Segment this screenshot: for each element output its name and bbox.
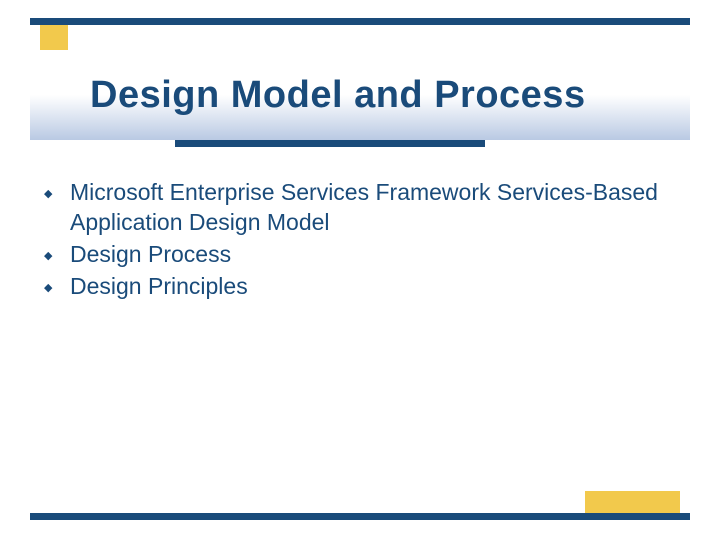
gold-accent-bottom [585,491,680,513]
content-area: Microsoft Enterprise Services Framework … [40,178,680,304]
bullet-list: Microsoft Enterprise Services Framework … [40,178,680,302]
list-item: Design Principles [40,272,680,302]
list-item: Microsoft Enterprise Services Framework … [40,178,680,238]
top-border-bar [30,18,690,25]
title-underline-bar [175,140,485,147]
slide-title: Design Model and Process [90,74,586,117]
list-item: Design Process [40,240,680,270]
bottom-border-bar [30,513,690,520]
title-container: Design Model and Process [30,50,690,140]
